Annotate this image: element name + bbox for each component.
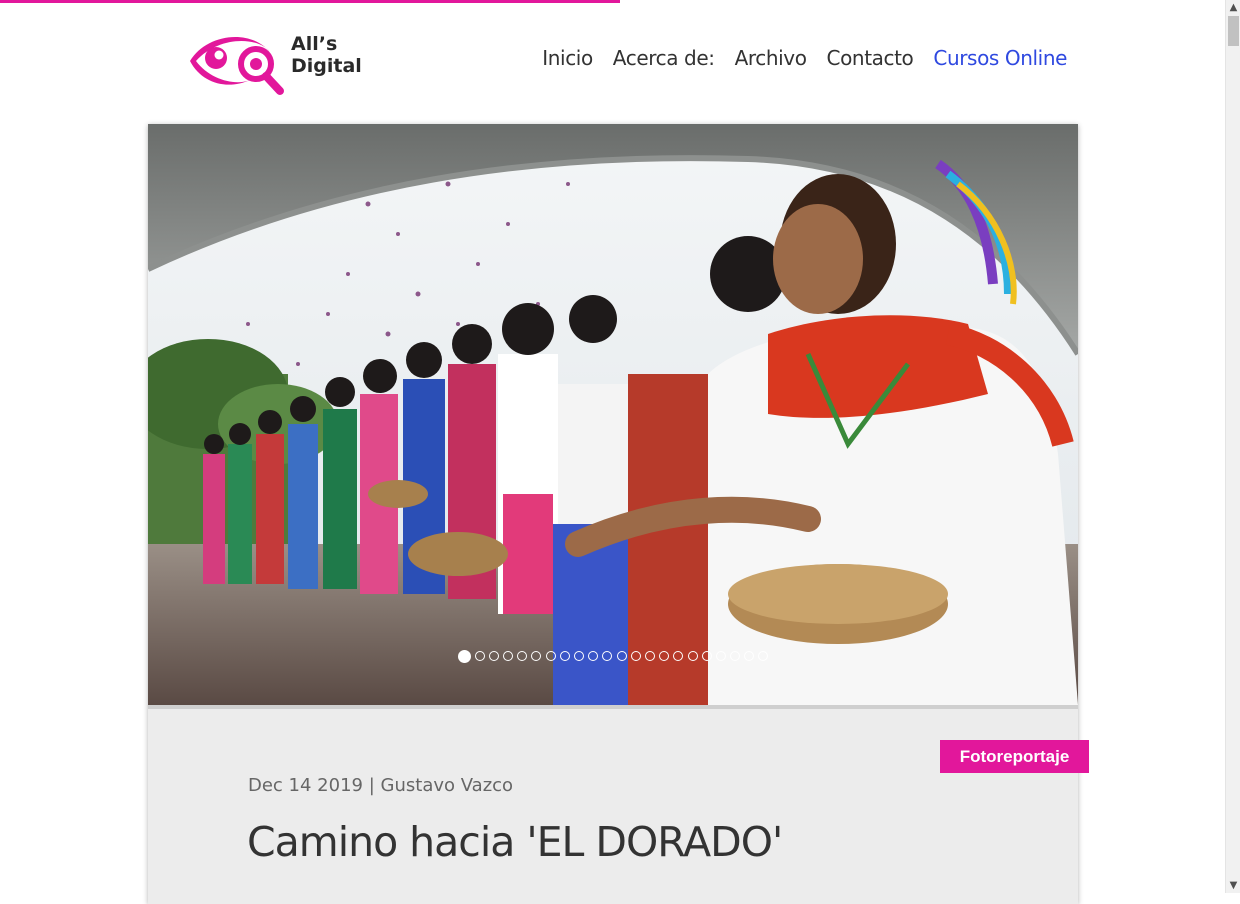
slider-dot[interactable] [588,651,599,661]
category-tag[interactable]: Fotoreportaje [940,740,1089,773]
page-scrollbar[interactable]: ▲ ▼ [1225,0,1240,893]
slider-dot[interactable] [602,651,613,661]
post-author[interactable]: Gustavo Vazco [381,775,514,796]
slider-dot[interactable] [630,651,641,661]
post-date: Dec 14 2019 [248,775,363,796]
logo-wordmark: All’s Digital [291,33,362,77]
scroll-thumb[interactable] [1228,16,1239,46]
slider-dot[interactable] [701,651,712,661]
site-logo[interactable]: All’s Digital [188,28,373,96]
scroll-down-icon[interactable]: ▼ [1226,878,1240,893]
logo-line-1: All’s [291,33,338,55]
slider-dot[interactable] [744,651,755,661]
nav-inicio[interactable]: Inicio [542,46,593,70]
slider-dot[interactable] [644,651,655,661]
slider-dot[interactable] [488,651,499,661]
slider-dot[interactable] [574,651,585,661]
logo-line-2: Digital [291,55,362,77]
slider-dot[interactable] [503,651,514,661]
main-nav: Inicio Acerca de: Archivo Contacto Curso… [542,46,1067,70]
hero-divider [148,705,1078,709]
slider-dot[interactable] [559,651,570,661]
slider-dot[interactable] [457,649,471,663]
slider-dot[interactable] [673,651,684,661]
nav-acerca-de[interactable]: Acerca de: [613,46,715,70]
slider-dot[interactable] [758,651,769,661]
slider-dot[interactable] [659,651,670,661]
site-header: All’s Digital Inicio Acerca de: Archivo … [0,0,1225,118]
slider-dot[interactable] [545,651,556,661]
slider-pagination [148,649,1078,663]
meta-separator: | [368,775,375,796]
hero-slider[interactable] [148,124,1078,705]
nav-contacto[interactable]: Contacto [827,46,914,70]
nav-cursos-online[interactable]: Cursos Online [933,46,1067,70]
eye-magnifier-icon [190,36,284,95]
hero-photo [148,124,1078,705]
slider-dot[interactable] [531,651,542,661]
slider-dot[interactable] [616,651,627,661]
slider-dot[interactable] [687,651,698,661]
post-title: Camino hacia 'EL DORADO' [247,818,783,866]
post-card: Fotoreportaje Dec 14 2019 | Gustavo Vazc… [148,124,1089,904]
slider-dot[interactable] [474,651,485,661]
scroll-up-icon[interactable]: ▲ [1226,0,1240,15]
nav-archivo[interactable]: Archivo [735,46,807,70]
post-meta: Dec 14 2019 | Gustavo Vazco [248,775,513,796]
slider-dot[interactable] [730,651,741,661]
slider-dot[interactable] [715,651,726,661]
slider-dot[interactable] [517,651,528,661]
